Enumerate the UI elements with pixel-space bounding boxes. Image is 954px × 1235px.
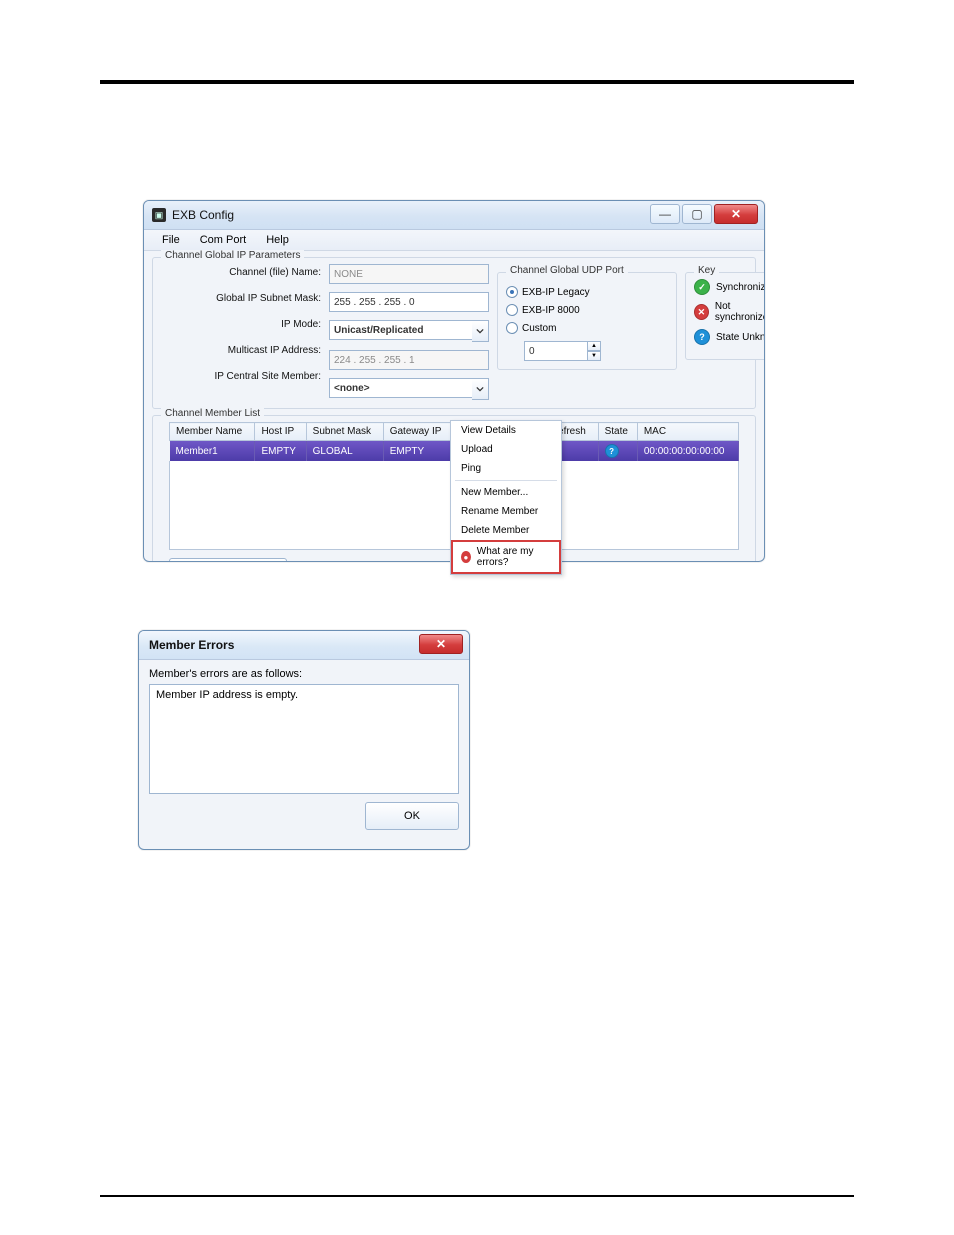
errors-subheading: Member's errors are as follows: (149, 668, 459, 680)
minimize-button[interactable]: — (650, 204, 680, 224)
col-subnet[interactable]: Subnet Mask (306, 423, 383, 441)
spin-up-icon[interactable]: ▲ (587, 341, 601, 351)
cell-mname: Member1 (170, 441, 255, 462)
col-mac[interactable]: MAC (637, 423, 738, 441)
x-icon (694, 304, 709, 320)
titlebar[interactable]: ▣ EXB Config — ▢ ✕ (144, 201, 764, 230)
cell-gw: EMPTY (383, 441, 453, 462)
member-list-legend: Channel Member List (161, 408, 264, 419)
error-line: Member IP address is empty. (156, 689, 452, 701)
ipmode-combo[interactable]: Unicast/Replicated (329, 320, 489, 342)
radio-legacy-label: EXB-IP Legacy (522, 287, 590, 298)
add-member-button[interactable]: Add New Member (169, 558, 287, 562)
col-gateway[interactable]: Gateway IP (383, 423, 453, 441)
label-multicast: Multicast IP Address: (161, 342, 321, 360)
member-errors-dialog: Member Errors ✕ Member's errors are as f… (138, 630, 470, 850)
ok-button[interactable]: OK (365, 802, 459, 830)
key-sync-label: Synchronized (716, 282, 765, 293)
ctx-rename-member[interactable]: Rename Member (451, 502, 561, 521)
cell-mask: GLOBAL (306, 441, 383, 462)
chevron-down-icon[interactable] (472, 320, 489, 342)
check-icon (694, 279, 710, 295)
ctx-ping[interactable]: Ping (451, 459, 561, 478)
col-member-name[interactable]: Member Name (170, 423, 255, 441)
radio-icon (506, 286, 518, 298)
subnet-field[interactable]: 255 . 255 . 255 . 0 (329, 292, 489, 312)
maximize-button[interactable]: ▢ (682, 204, 712, 224)
window-title: EXB Config (172, 208, 234, 222)
radio-custom[interactable]: Custom (506, 319, 668, 337)
global-ip-group: Channel Global IP Parameters Channel (fi… (152, 257, 756, 409)
close-button[interactable]: ✕ (714, 204, 758, 224)
key-group: Key Synchronized Not synchronized State … (685, 272, 765, 360)
errors-listbox[interactable]: Member IP address is empty. (149, 684, 459, 794)
ctx-upload[interactable]: Upload (451, 440, 561, 459)
col-state[interactable]: State (598, 423, 637, 441)
dialog-close-button[interactable]: ✕ (419, 634, 463, 654)
menu-comport[interactable]: Com Port (190, 232, 256, 248)
dialog-title: Member Errors (149, 638, 234, 652)
ctx-view-details[interactable]: View Details (451, 421, 561, 440)
label-ipmode: IP Mode: (161, 316, 321, 334)
dialog-titlebar[interactable]: Member Errors ✕ (139, 631, 469, 660)
question-icon (694, 329, 710, 345)
question-icon (605, 444, 619, 458)
ctx-errors-label: What are my errors? (477, 546, 551, 568)
label-subnet: Global IP Subnet Mask: (161, 290, 321, 308)
col-host-ip[interactable]: Host IP (255, 423, 306, 441)
menu-file[interactable]: File (152, 232, 190, 248)
cell-host: EMPTY (255, 441, 306, 462)
central-value: <none> (329, 378, 472, 398)
radio-8000-label: EXB-IP 8000 (522, 305, 580, 316)
cell-state (598, 441, 637, 462)
radio-8000[interactable]: EXB-IP 8000 (506, 301, 668, 319)
key-nsync-label: Not synchronized (715, 301, 765, 323)
ctx-delete-member[interactable]: Delete Member (451, 521, 561, 540)
central-combo[interactable]: <none> (329, 378, 489, 400)
context-menu: View Details Upload Ping New Member... R… (450, 420, 562, 575)
radio-icon (506, 304, 518, 316)
cell-mac: 00:00:00:00:00:00 (637, 441, 738, 462)
ctx-new-member[interactable]: New Member... (451, 483, 561, 502)
radio-custom-label: Custom (522, 323, 556, 334)
multicast-field: 224 . 255 . 255 . 1 (329, 350, 489, 370)
radio-icon (506, 322, 518, 334)
ipmode-value: Unicast/Replicated (329, 320, 472, 340)
udp-port-group: Channel Global UDP Port EXB-IP Legacy EX… (497, 272, 677, 370)
alert-icon (461, 551, 471, 563)
radio-legacy[interactable]: EXB-IP Legacy (506, 283, 668, 301)
chevron-down-icon[interactable] (472, 378, 489, 400)
key-unk-label: State Unknown (716, 332, 765, 343)
udp-legend: Channel Global UDP Port (506, 265, 628, 276)
channel-name-field: NONE (329, 264, 489, 284)
ctx-what-are-my-errors[interactable]: What are my errors? (451, 540, 561, 574)
label-central: IP Central Site Member: (161, 368, 321, 386)
menu-help[interactable]: Help (256, 232, 299, 248)
menubar: File Com Port Help (144, 230, 764, 251)
app-icon: ▣ (152, 208, 166, 222)
key-legend: Key (694, 265, 719, 276)
label-channel-name: Channel (file) Name: (161, 264, 321, 282)
spin-down-icon[interactable]: ▼ (587, 351, 601, 361)
custom-port-spinner[interactable]: 0 ▲▼ (524, 341, 668, 361)
global-ip-legend: Channel Global IP Parameters (161, 250, 304, 261)
custom-port-value[interactable]: 0 (524, 341, 587, 361)
